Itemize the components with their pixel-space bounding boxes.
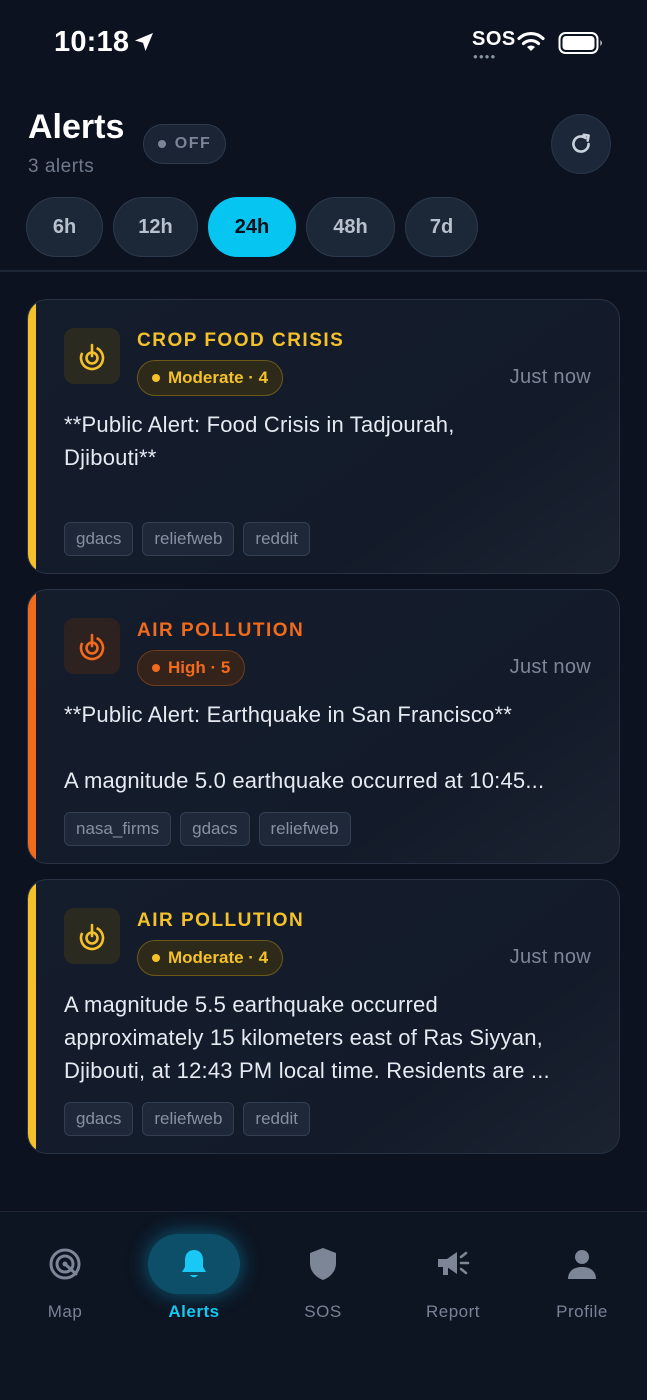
filter-12h[interactable]: 12h (113, 197, 198, 257)
tab-sos[interactable]: SOS (258, 1212, 388, 1342)
severity-accent-bar (28, 590, 36, 863)
bell-icon (148, 1234, 240, 1294)
alert-time: Just now (509, 946, 591, 968)
tab-report[interactable]: Report (388, 1212, 518, 1342)
alert-body-line: **Public Alert: Food Crisis in Tadjourah… (64, 412, 455, 437)
tab-map[interactable]: Map (0, 1212, 130, 1342)
severity-label: High · 5 (168, 658, 231, 677)
tab-alerts[interactable]: Alerts (129, 1212, 259, 1342)
alert-body: A magnitude 5.5 earthquake occurred appr… (64, 988, 595, 1087)
severity-label: Moderate · 4 (168, 948, 269, 967)
filter-6h[interactable]: 6h (26, 197, 103, 257)
source-tag: reddit (243, 522, 310, 556)
alert-body-line: Djibouti** (64, 445, 157, 470)
severity-dot (152, 664, 160, 672)
alert-body-line: Djibouti, at 12:43 PM local time. Reside… (64, 1058, 550, 1083)
filter-24h[interactable]: 24h (208, 197, 296, 257)
alert-time: Just now (509, 366, 591, 388)
alert-body-line: A magnitude 5.5 earthquake occurred (64, 992, 438, 1017)
alert-card[interactable]: CROP FOOD CRISIS Moderate · 4 Just now *… (27, 299, 620, 574)
severity-label: Moderate · 4 (168, 368, 269, 387)
person-icon (536, 1234, 628, 1294)
bottom-tab-bar: Map Alerts SOS Report Profile (0, 1211, 647, 1400)
severity-accent-bar (28, 300, 36, 573)
tab-label: Map (47, 1302, 83, 1321)
time-filter-bar: 6h 12h 24h 48h 7d (26, 197, 478, 257)
source-tag: nasa_firms (64, 812, 172, 846)
source-tag: gdacs (64, 522, 134, 556)
battery-icon (558, 32, 602, 54)
alert-body: **Public Alert: Food Crisis in Tadjourah… (64, 408, 595, 474)
tab-label: Report (425, 1302, 481, 1321)
source-tag: reliefweb (142, 522, 235, 556)
tab-label: Alerts (168, 1302, 220, 1321)
source-tag: gdacs (180, 812, 250, 846)
wifi-icon (517, 31, 545, 51)
severity-accent-bar (28, 880, 36, 1153)
alert-category: AIR POLLUTION (137, 910, 305, 931)
alert-body-line: **Public Alert: Earthquake in San Franci… (64, 702, 513, 727)
page-title: Alerts (28, 108, 125, 146)
alerts-toggle[interactable]: OFF (143, 124, 226, 164)
alert-time: Just now (509, 656, 591, 678)
source-tags: nasa_firms gdacs reliefweb (64, 812, 351, 846)
megaphone-icon (407, 1234, 499, 1294)
tab-label: SOS (304, 1302, 342, 1321)
signal-dots-icon: ●●●● (473, 52, 497, 61)
severity-dot (152, 374, 160, 382)
shield-icon (277, 1234, 369, 1294)
severity-badge: Moderate · 4 (137, 940, 284, 976)
status-time: 10:18 (54, 26, 130, 58)
location-arrow-icon (135, 33, 153, 51)
source-tag: reliefweb (142, 1102, 235, 1136)
filter-48h[interactable]: 48h (306, 197, 395, 257)
refresh-button[interactable] (551, 114, 611, 174)
toggle-label: OFF (174, 135, 212, 152)
source-tags: gdacs reliefweb reddit (64, 1102, 310, 1136)
severity-badge: High · 5 (137, 650, 246, 686)
alert-category: CROP FOOD CRISIS (137, 330, 345, 351)
toggle-status-dot (157, 140, 166, 148)
severity-dot (152, 954, 160, 962)
filter-7d[interactable]: 7d (405, 197, 478, 257)
alert-body: **Public Alert: Earthquake in San Franci… (64, 698, 595, 797)
radar-icon (64, 328, 120, 384)
alert-body-line (64, 731, 595, 764)
alert-body-line: approximately 15 kilometers east of Ras … (64, 1025, 543, 1050)
radar-icon (64, 618, 120, 674)
source-tags: gdacs reliefweb reddit (64, 522, 310, 556)
severity-badge: Moderate · 4 (137, 360, 284, 396)
source-tag: reliefweb (258, 812, 351, 846)
alert-card[interactable]: AIR POLLUTION Moderate · 4 Just now A ma… (27, 879, 620, 1154)
source-tag: gdacs (64, 1102, 134, 1136)
alert-category: AIR POLLUTION (137, 620, 305, 641)
tab-label: Profile (556, 1302, 608, 1321)
alert-body-line: A magnitude 5.0 earthquake occurred at 1… (64, 768, 545, 793)
refresh-icon (572, 133, 590, 153)
radar-icon (19, 1234, 111, 1294)
alert-count: 3 alerts (28, 156, 95, 177)
source-tag: reddit (243, 1102, 310, 1136)
status-bar: 10:18 SOS ●●●● (0, 0, 647, 86)
tab-profile[interactable]: Profile (517, 1212, 647, 1342)
app-screen: 10:18 SOS ●●●● Alerts OFF 3 alerts 6h 12… (0, 0, 647, 1400)
alert-card[interactable]: AIR POLLUTION High · 5 Just now **Public… (27, 589, 620, 864)
header-divider (0, 270, 647, 272)
radar-icon (64, 908, 120, 964)
sos-indicator: SOS (472, 28, 516, 50)
